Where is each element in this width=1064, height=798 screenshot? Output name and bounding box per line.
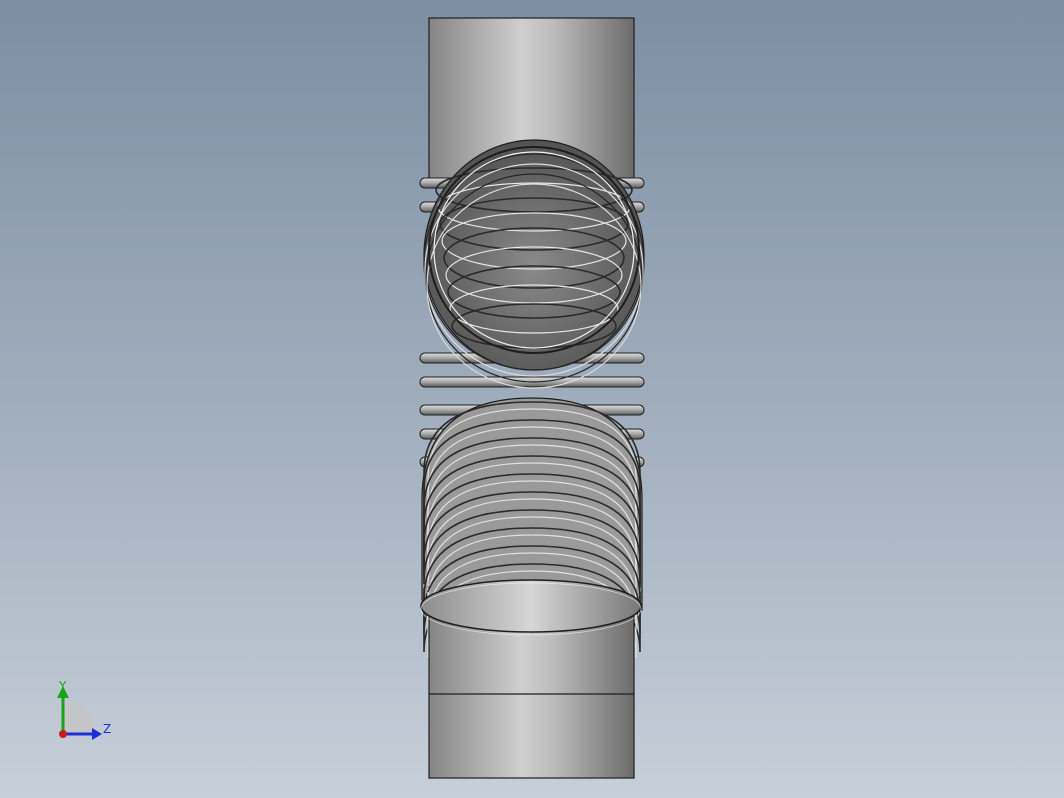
triad-quarter-disc: [63, 702, 95, 734]
z-axis-arrowhead: [92, 728, 102, 740]
x-axis-point: [59, 730, 67, 738]
bottom-pipe-segment[interactable]: [420, 579, 642, 779]
y-axis-label: Y: [58, 679, 67, 693]
z-axis-label: Z: [103, 722, 111, 736]
upper-elbow-opening[interactable]: [423, 139, 645, 389]
orientation-triad: Y Z: [57, 679, 111, 740]
graphics-viewport[interactable]: Y Z: [0, 0, 1064, 798]
3d-model[interactable]: [0, 0, 1064, 798]
